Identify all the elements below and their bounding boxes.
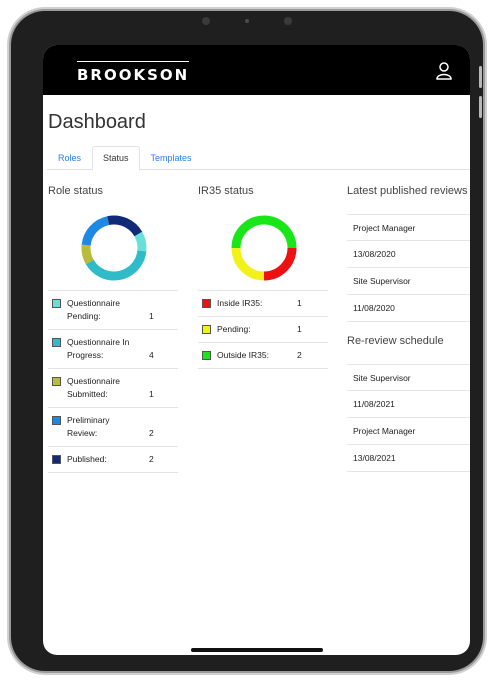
swatch [52,299,61,308]
role-status-title: Role status [48,185,104,197]
sensor-icon [245,19,249,23]
role-status-donut [81,215,147,281]
legend-item: Published: 2 [48,447,178,473]
list-item[interactable]: Site Supervisor [347,364,470,391]
legend-count: 2 [297,350,302,360]
legend-label: Preliminary Review: [67,415,110,438]
legend-item: Questionnaire Pending: 1 [48,290,178,330]
donut-segment[interactable] [231,247,265,281]
swatch [52,455,61,464]
legend-label: Inside IR35: [217,298,263,308]
top-navbar: BROOKSON [43,45,470,95]
tab-templates[interactable]: Templates [140,146,203,170]
camera-bar [202,16,292,26]
donut-segment[interactable] [134,231,147,252]
legend-item: Preliminary Review: 2 [48,408,178,447]
camera-icon [202,17,210,25]
legend-label: Published: [67,454,107,464]
latest-reviews-list: Project Manager 13/08/2020 Site Supervis… [347,214,470,322]
legend-count: 2 [149,454,154,464]
role-status-legend: Questionnaire Pending: 1 Questionnaire I… [48,290,178,473]
list-item[interactable]: 13/08/2020 [347,241,470,268]
home-indicator [191,648,323,652]
legend-label: Questionnaire Pending: [67,298,120,321]
list-item[interactable]: 11/08/2021 [347,391,470,418]
ir35-status-donut [231,215,297,281]
legend-count: 4 [149,350,154,360]
volume-button [479,66,482,88]
page-title: Dashboard [48,111,146,133]
swatch [52,338,61,347]
legend-count: 1 [297,324,302,334]
legend-item: Inside IR35: 1 [198,290,328,317]
legend-label: Questionnaire Submitted: [67,376,120,399]
swatch [52,377,61,386]
legend-item: Questionnaire In Progress: 4 [48,330,178,369]
donut-segment[interactable] [107,215,143,237]
legend-count: 2 [149,428,154,438]
ir35-status-legend: Inside IR35: 1 Pending: 1 Outside IR35: … [198,290,328,369]
user-icon[interactable] [436,62,452,80]
swatch [202,325,211,334]
tab-roles[interactable]: Roles [47,146,92,170]
donut-segment[interactable] [231,215,297,249]
legend-label: Outside IR35: [217,350,269,360]
volume-button [479,96,482,118]
list-item[interactable]: 11/08/2020 [347,295,470,322]
brookson-logo[interactable]: BROOKSON [77,61,190,84]
donut-segment[interactable] [85,250,147,281]
legend-count: 1 [297,298,302,308]
swatch [52,416,61,425]
app-screen: BROOKSON Dashboard Roles Status Template… [43,45,470,655]
re-review-title: Re-review schedule [347,335,444,347]
latest-reviews-title: Latest published reviews [347,185,468,197]
donut-segment[interactable] [263,247,297,281]
tab-bar: Roles Status Templates [47,146,470,171]
list-item[interactable]: Site Supervisor [347,268,470,295]
camera-icon [284,17,292,25]
list-item[interactable]: Project Manager [347,214,470,241]
legend-label: Questionnaire In Progress: [67,337,130,360]
list-item[interactable]: Project Manager [347,418,470,445]
tab-status[interactable]: Status [92,146,140,171]
legend-count: 1 [149,389,154,399]
legend-item: Pending: 1 [198,317,328,343]
list-item[interactable]: 13/08/2021 [347,445,470,472]
ir35-status-title: IR35 status [198,185,254,197]
legend-count: 1 [149,311,154,321]
donut-segment[interactable] [81,216,110,246]
legend-item: Outside IR35: 2 [198,343,328,369]
donut-segment[interactable] [81,244,94,265]
swatch [202,351,211,360]
re-review-list: Site Supervisor 11/08/2021 Project Manag… [347,364,470,472]
legend-item: Questionnaire Submitted: 1 [48,369,178,408]
swatch [202,299,211,308]
legend-label: Pending: [217,324,251,334]
